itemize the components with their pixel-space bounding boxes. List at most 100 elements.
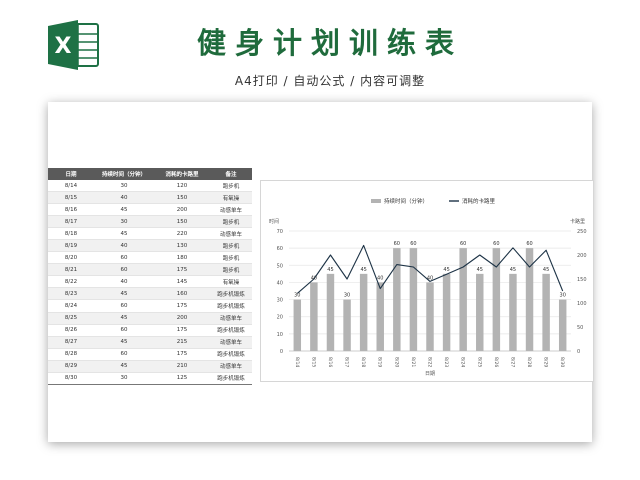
table-cell[interactable]: 动感单车 — [210, 360, 252, 373]
table-row: 8/28 60 175 跑步机锻炼 — [48, 348, 252, 361]
table-cell[interactable]: 跑步机 — [210, 180, 252, 193]
table-cell[interactable]: 有氧操 — [210, 191, 252, 205]
table-cell[interactable]: 8/27 — [48, 336, 94, 349]
table-cell[interactable]: 8/15 — [48, 191, 94, 205]
table-cell[interactable]: 210 — [154, 360, 210, 373]
x-tick-label: 8/28 — [526, 357, 532, 367]
table-cell[interactable]: 跑步机锻炼 — [210, 324, 252, 337]
table-cell[interactable]: 8/23 — [48, 287, 94, 301]
table-row: 8/27 45 215 动感单车 — [48, 336, 252, 349]
table-cell[interactable]: 8/19 — [48, 239, 94, 253]
table-cell[interactable]: 40 — [94, 275, 154, 289]
x-tick-label: 8/20 — [393, 357, 399, 367]
table-cell[interactable]: 160 — [154, 287, 210, 301]
x-tick-label: 8/18 — [360, 357, 366, 367]
table-cell[interactable]: 220 — [154, 227, 210, 241]
table-cell[interactable]: 180 — [154, 251, 210, 265]
x-tick-label: 8/30 — [559, 357, 565, 367]
table-cell[interactable]: 8/29 — [48, 360, 94, 373]
table-cell[interactable]: 125 — [154, 372, 210, 385]
y-tick-label: 20 — [277, 315, 283, 321]
bar-data-label: 40 — [377, 275, 383, 281]
bar — [326, 273, 335, 351]
table-cell[interactable]: 45 — [94, 227, 154, 241]
table-cell[interactable]: 8/17 — [48, 215, 94, 229]
x-tick-label: 8/22 — [427, 357, 433, 367]
spreadsheet-preview: 日期 持续时间（分钟） 消耗的卡路里 备注 8/14 30 120 跑步机 8/15 40… — [48, 102, 594, 442]
table-cell[interactable]: 175 — [154, 324, 210, 337]
table-cell[interactable]: 8/30 — [48, 372, 94, 385]
bar-data-label: 30 — [344, 293, 350, 299]
bar-data-label: 40 — [427, 275, 433, 281]
table-cell[interactable]: 8/18 — [48, 227, 94, 241]
table-cell[interactable]: 动感单车 — [210, 227, 252, 241]
table-cell[interactable]: 有氧操 — [210, 275, 252, 289]
table-cell[interactable]: 8/16 — [48, 203, 94, 217]
table-cell[interactable]: 8/14 — [48, 180, 94, 193]
bar — [409, 248, 418, 351]
table-cell[interactable]: 60 — [94, 263, 154, 277]
table-cell[interactable]: 8/24 — [48, 299, 94, 313]
y2-tick-label: 200 — [577, 253, 587, 259]
table-cell[interactable]: 145 — [154, 275, 210, 289]
bar — [426, 282, 434, 351]
table-cell[interactable]: 175 — [154, 299, 210, 313]
table-cell[interactable]: 45 — [94, 336, 154, 349]
table-cell[interactable]: 动感单车 — [210, 336, 252, 349]
table-cell[interactable]: 215 — [154, 336, 210, 349]
table-cell[interactable]: 175 — [154, 348, 210, 361]
y2-tick-label: 250 — [577, 229, 587, 235]
x-tick-label: 8/19 — [377, 357, 383, 367]
x-tick-label: 8/25 — [476, 357, 482, 367]
table-cell[interactable]: 130 — [154, 239, 210, 253]
x-tick-label: 8/17 — [344, 357, 350, 367]
table-cell[interactable]: 120 — [154, 180, 210, 193]
table-cell[interactable]: 8/21 — [48, 263, 94, 277]
table-cell[interactable]: 跑步机 — [210, 251, 252, 265]
table-cell[interactable]: 跑步机锻炼 — [210, 299, 252, 313]
table-cell[interactable]: 动感单车 — [210, 312, 252, 325]
table-cell[interactable]: 8/20 — [48, 251, 94, 265]
table-cell[interactable]: 跑步机锻炼 — [210, 287, 252, 301]
table-cell[interactable]: 8/22 — [48, 275, 94, 289]
table-cell[interactable]: 60 — [94, 324, 154, 337]
table-cell[interactable]: 跑步机锻炼 — [210, 348, 252, 361]
table-cell[interactable]: 8/28 — [48, 348, 94, 361]
table-cell[interactable]: 40 — [94, 191, 154, 205]
table-cell[interactable]: 150 — [154, 191, 210, 205]
table-row: 8/15 40 150 有氧操 — [48, 191, 252, 205]
table-cell[interactable]: 60 — [94, 348, 154, 361]
bar — [542, 273, 550, 351]
table-cell[interactable]: 200 — [154, 312, 210, 325]
y2-tick-label: 150 — [577, 277, 587, 283]
y-tick-label: 70 — [277, 229, 283, 235]
table-cell[interactable]: 200 — [154, 203, 210, 217]
table-row: 8/23 45 160 跑步机锻炼 — [48, 287, 252, 301]
table-cell[interactable]: 跑步机 — [210, 263, 252, 277]
table-cell[interactable]: 40 — [94, 239, 154, 253]
table-cell[interactable]: 30 — [94, 215, 154, 229]
table-cell[interactable]: 动感单车 — [210, 203, 252, 217]
bar-data-label: 45 — [477, 267, 483, 273]
table-cell[interactable]: 60 — [94, 299, 154, 313]
column-header: 备注 — [210, 168, 252, 180]
column-header: 日期 — [48, 168, 94, 180]
table-row: 8/26 60 175 跑步机锻炼 — [48, 324, 252, 337]
table-cell[interactable]: 45 — [94, 287, 154, 301]
table-cell[interactable]: 8/26 — [48, 324, 94, 337]
table-row: 8/17 30 150 跑步机 — [48, 215, 252, 229]
bar — [310, 282, 318, 351]
table-cell[interactable]: 45 — [94, 312, 154, 325]
table-cell[interactable]: 跑步机 — [210, 215, 252, 229]
workout-table: 日期 持续时间（分钟） 消耗的卡路里 备注 8/14 30 120 跑步机 8/15 40… — [48, 168, 252, 385]
table-cell[interactable]: 150 — [154, 215, 210, 229]
table-cell[interactable]: 30 — [94, 372, 154, 385]
table-cell[interactable]: 跑步机 — [210, 239, 252, 253]
table-cell[interactable]: 45 — [94, 360, 154, 373]
table-cell[interactable]: 60 — [94, 251, 154, 265]
table-cell[interactable]: 8/25 — [48, 312, 94, 325]
table-cell[interactable]: 30 — [94, 180, 154, 193]
table-cell[interactable]: 45 — [94, 203, 154, 217]
table-cell[interactable]: 跑步机锻炼 — [210, 372, 252, 385]
table-cell[interactable]: 175 — [154, 263, 210, 277]
